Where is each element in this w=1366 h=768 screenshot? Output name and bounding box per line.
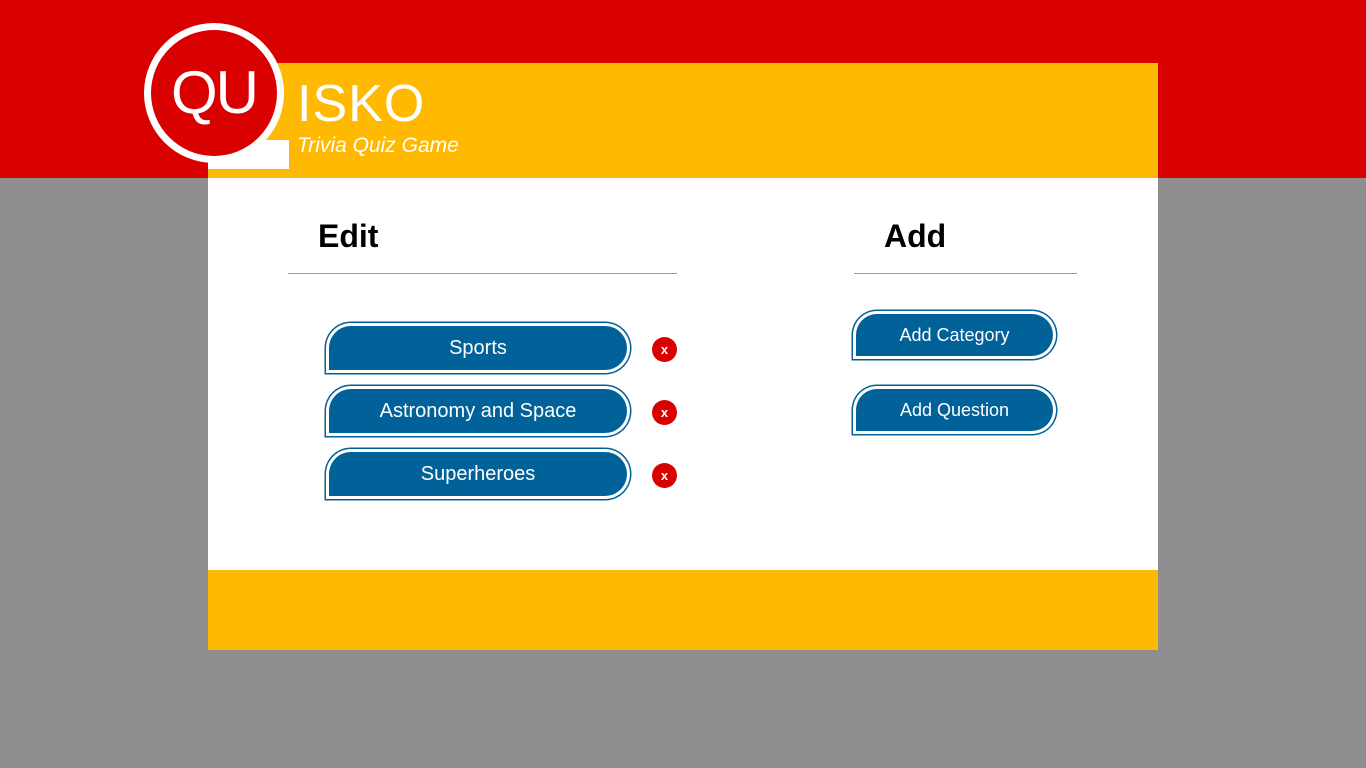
add-section-title: Add (884, 218, 947, 254)
add-question-button[interactable]: Add Question (856, 389, 1053, 431)
logo-name: ISKO (297, 75, 426, 133)
main-panel: Edit Sports x Astronomy and Space x Supe… (208, 178, 1158, 570)
logo-circle: QU (144, 23, 284, 163)
delete-category-sports-button[interactable]: x (652, 337, 677, 362)
logo-tagline: Trivia Quiz Game (297, 134, 459, 157)
delete-category-superheroes-button[interactable]: x (652, 463, 677, 488)
footer-strip (208, 570, 1158, 650)
category-button-superheroes[interactable]: Superheroes (329, 452, 627, 496)
edit-divider (288, 273, 677, 274)
add-category-button[interactable]: Add Category (856, 314, 1053, 356)
delete-category-astronomy-and-space-button[interactable]: x (652, 400, 677, 425)
logo-mark: QU (151, 30, 277, 156)
add-divider (854, 273, 1077, 274)
category-button-sports[interactable]: Sports (329, 326, 627, 370)
edit-section-title: Edit (318, 218, 379, 254)
category-button-astronomy-and-space[interactable]: Astronomy and Space (329, 389, 627, 433)
